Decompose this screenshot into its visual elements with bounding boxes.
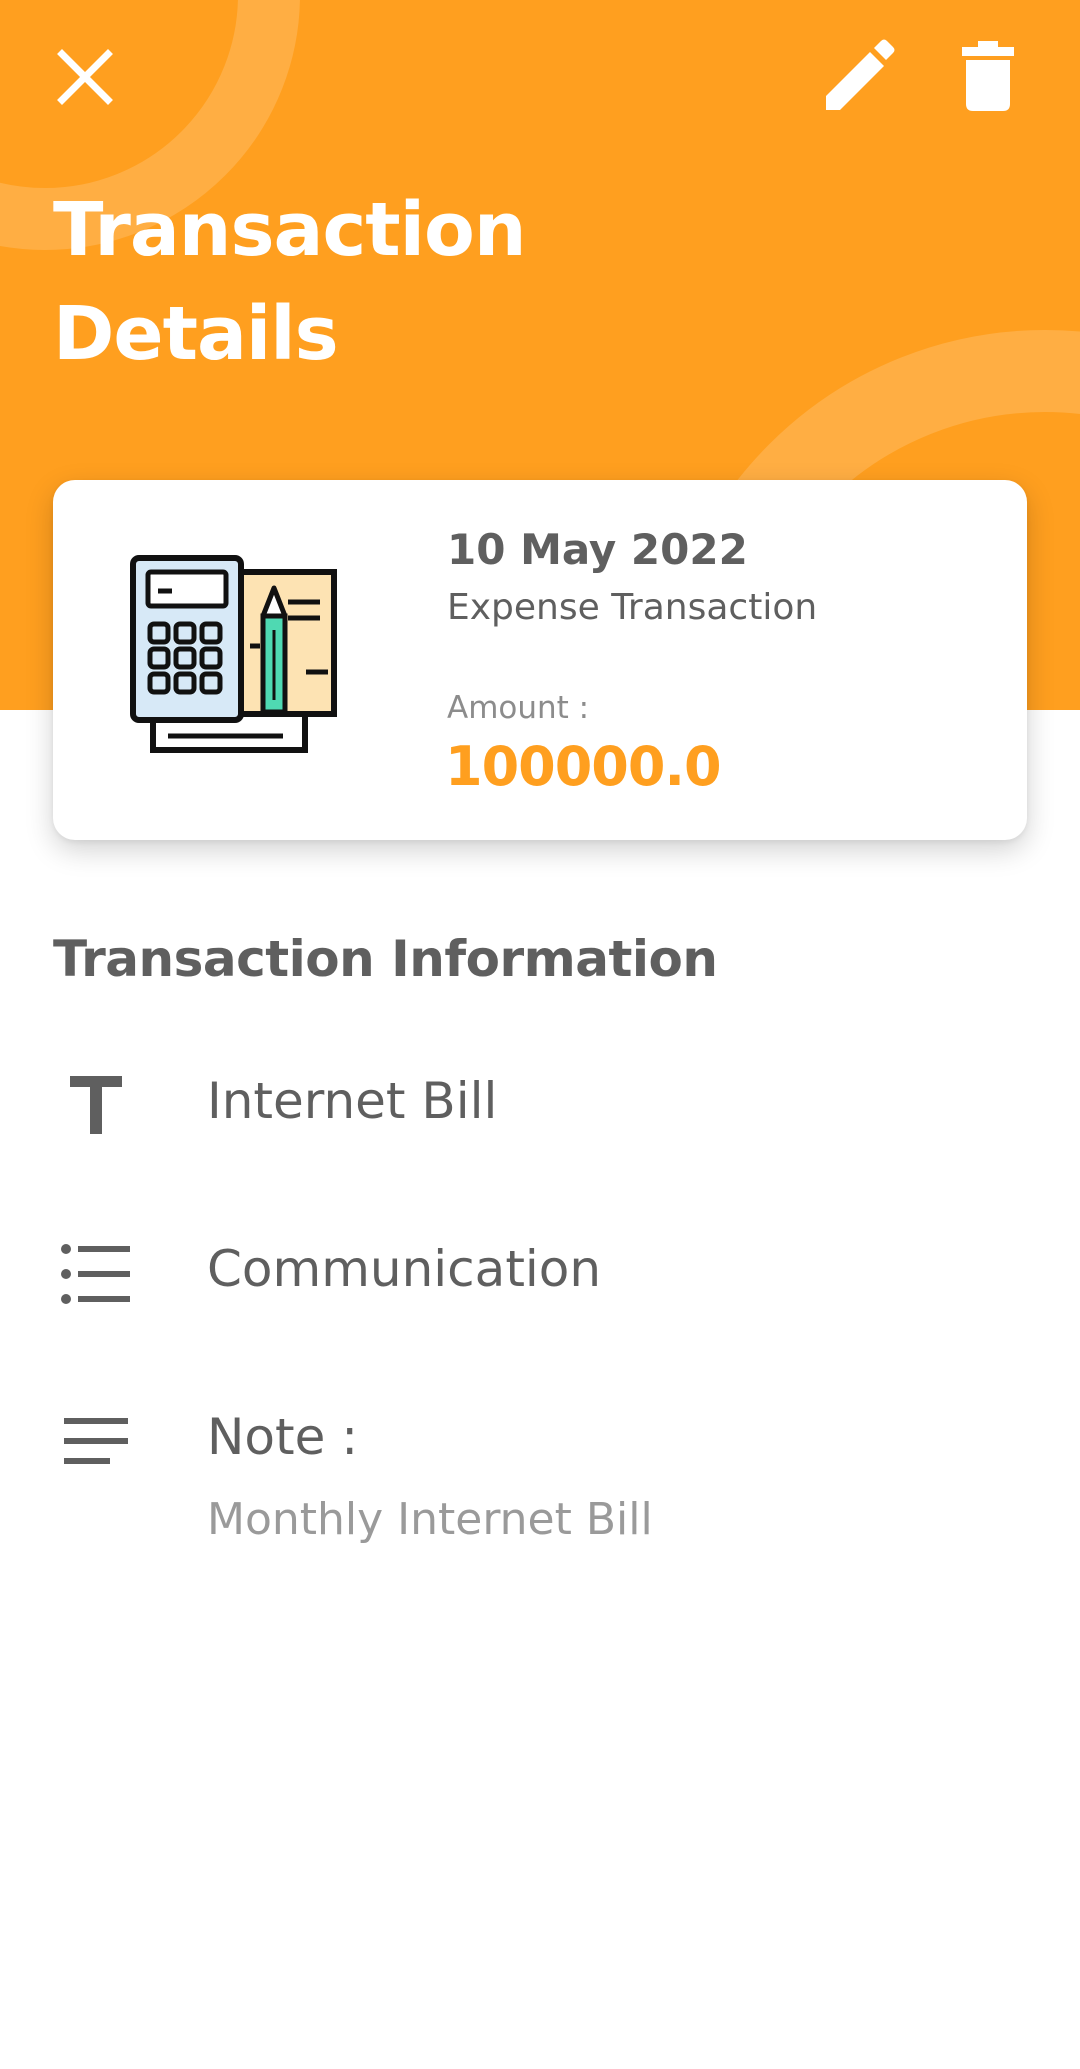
notes-icon <box>64 1418 128 1464</box>
transaction-type: Expense Transaction <box>447 587 818 628</box>
list-icon <box>61 1244 130 1304</box>
amount-label: Amount : <box>447 690 590 726</box>
page-title: Transaction Details <box>53 187 527 377</box>
delete-button[interactable] <box>948 36 1028 116</box>
pencil-icon <box>826 39 895 110</box>
close-icon <box>57 49 113 105</box>
transaction-date: 10 May 2022 <box>447 525 748 574</box>
transaction-category: Communication <box>207 1240 602 1298</box>
edit-button[interactable] <box>818 36 898 116</box>
note-label: Note : <box>207 1408 359 1466</box>
text-icon <box>70 1076 122 1134</box>
section-title: Transaction Information <box>53 930 718 988</box>
note-value: Monthly Internet Bill <box>207 1494 653 1545</box>
transaction-title: Internet Bill <box>207 1072 498 1130</box>
transaction-summary-card: 10 May 2022 Expense Transaction Amount :… <box>53 480 1027 840</box>
calculator-and-bill-icon <box>130 555 337 753</box>
trash-icon <box>962 41 1014 111</box>
close-button[interactable] <box>50 42 120 112</box>
amount-value: 100000.0 <box>445 735 722 798</box>
